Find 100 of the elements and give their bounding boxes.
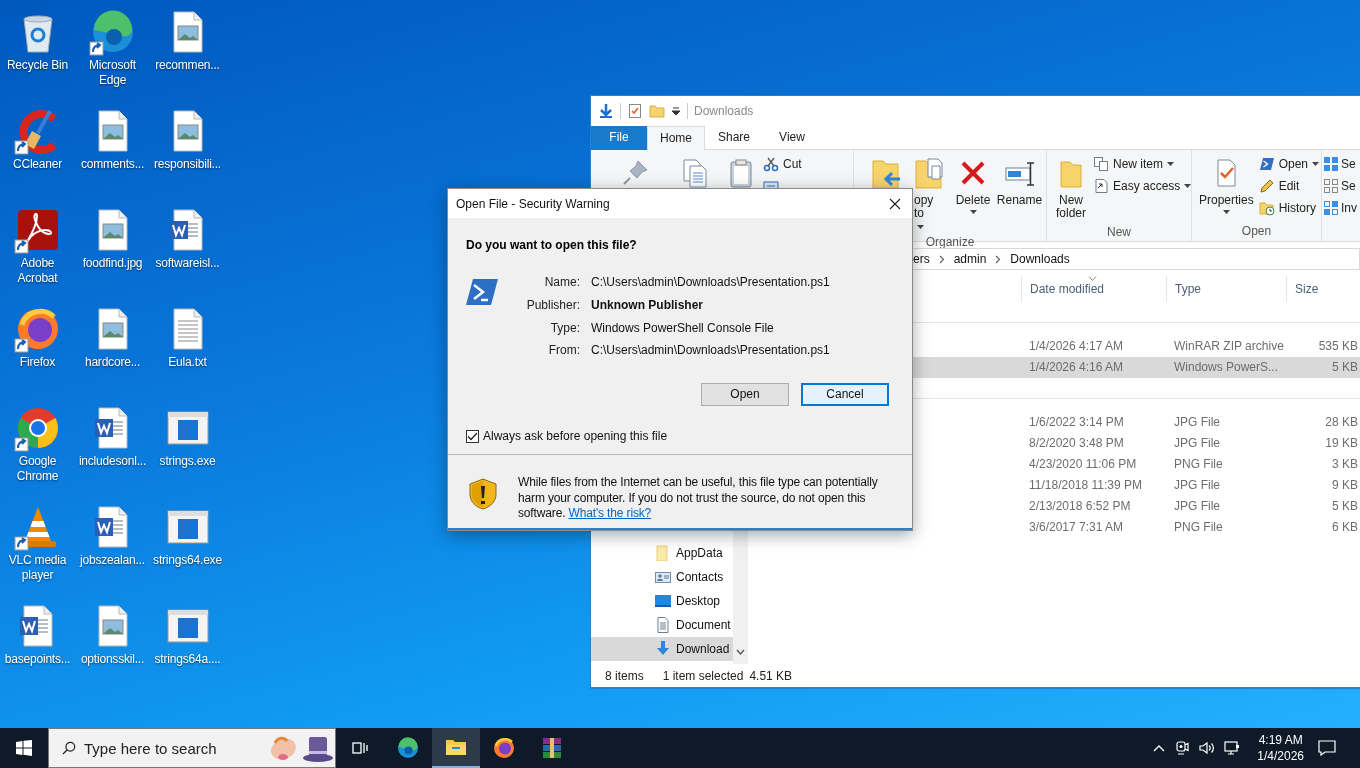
table-cell-text: Windows PowerS... <box>1173 359 1280 376</box>
breadcrumb-item[interactable]: admin <box>953 252 987 266</box>
desktop-shortcut[interactable]: Firefox <box>0 305 75 404</box>
ribbon-button[interactable]: opy to <box>908 155 951 235</box>
contact-card-icon <box>655 569 671 585</box>
grid-icon <box>1323 156 1339 172</box>
book-stack-icon <box>540 736 564 760</box>
desktop-shortcut[interactable]: basepoints... <box>0 602 75 701</box>
download-arrow-icon <box>655 641 671 657</box>
table-cell-text: JPG File <box>1173 414 1221 431</box>
document-icon <box>655 617 671 633</box>
breadcrumb-item[interactable]: Downloads <box>1010 252 1070 266</box>
table-cell-text: 535 KB <box>1317 338 1359 355</box>
desktop-shortcut[interactable]: responsibili... <box>150 107 225 206</box>
checkbox-label[interactable]: Always ask before opening this file <box>483 429 668 444</box>
desktop-shortcut[interactable]: Recycle Bin <box>0 8 75 107</box>
window-title: Downloads <box>694 104 754 118</box>
desktop-shortcut[interactable]: softwareisl... <box>150 206 225 305</box>
desktop-shortcut[interactable]: Eula.txt <box>150 305 225 404</box>
checkbox[interactable] <box>466 429 479 443</box>
table-cell-text: 2/13/2018 6:52 PM <box>1028 498 1132 515</box>
nav-item[interactable]: Document <box>591 613 733 637</box>
table-cell-text: 19 KB <box>1324 435 1359 452</box>
warning-text: While files from the Internet can be useful, this file type can potentially harm your computer. If you do not trust the source, do not open this software. What's the risk? <box>518 475 879 522</box>
desktop-shortcut[interactable]: comments... <box>75 107 150 206</box>
desktop-shortcut[interactable]: Microsoft Edge <box>75 8 150 107</box>
status-text: 1 item selected <box>662 668 744 683</box>
ribbon-button[interactable]: Cut <box>763 155 802 173</box>
checklist-icon[interactable] <box>627 103 643 119</box>
ribbon-button[interactable]: Open <box>1258 155 1319 173</box>
clock-button[interactable]: 4:19 AM 1/4/2026 <box>1249 732 1312 764</box>
table-cell-text: 1/6/2022 3:14 PM <box>1028 414 1125 431</box>
desktop-shortcut[interactable]: foodfind.jpg <box>75 206 150 305</box>
field-label: Publisher: <box>525 298 580 313</box>
ribbon-button[interactable]: Edit <box>1258 177 1319 195</box>
ribbon-button[interactable]: Rename <box>995 155 1044 235</box>
ribbon-button[interactable]: Se <box>1323 155 1357 173</box>
ribbon-tab[interactable]: File <box>591 126 647 150</box>
nav-item[interactable]: Download <box>591 637 733 661</box>
nav-item[interactable]: AppData <box>591 541 733 565</box>
shield-warning-icon <box>468 478 498 510</box>
table-cell-text: JPG File <box>1173 435 1221 452</box>
ribbon-button[interactable]: Se <box>1323 177 1357 195</box>
dialog-button[interactable]: Cancel <box>801 382 889 406</box>
ribbon-tab[interactable]: Home <box>647 126 705 151</box>
breadcrumb-item[interactable]: ers <box>913 252 930 266</box>
customize-caret-icon[interactable] <box>671 106 681 116</box>
nav-item[interactable]: Contacts <box>591 565 733 589</box>
desktop-shortcut[interactable]: Google Chrome <box>0 404 75 503</box>
column-header[interactable]: Size <box>1286 276 1360 302</box>
pencil-icon <box>1258 178 1275 194</box>
group-label: Organize <box>925 235 975 249</box>
table-cell-text: 9 KB <box>1331 477 1359 494</box>
task-view-icon <box>352 742 368 754</box>
scroll-down-icon[interactable] <box>736 649 745 655</box>
ribbon-button[interactable]: History <box>1258 199 1319 217</box>
wave-logo-icon <box>396 736 420 760</box>
ribbon-tab[interactable]: Share <box>705 126 763 150</box>
desktop-shortcut[interactable]: strings64.exe <box>150 503 225 602</box>
nav-item[interactable]: Desktop <box>591 589 733 613</box>
status-text: 4.51 KB <box>749 668 793 683</box>
camera-icon[interactable] <box>1174 740 1191 756</box>
folder-icon <box>655 545 671 561</box>
desktop-shortcut[interactable]: includesonl... <box>75 404 150 503</box>
desktop-shortcut[interactable]: VLC media player <box>0 503 75 602</box>
download-arrow-icon[interactable] <box>598 103 614 119</box>
ribbon-button[interactable]: Inv <box>1323 199 1357 217</box>
column-header[interactable]: Type <box>1166 276 1286 302</box>
ribbon-button[interactable]: Delete <box>953 155 993 235</box>
table-cell-text: 1/4/2026 4:17 AM <box>1028 338 1125 355</box>
field-label: Name: <box>543 275 580 290</box>
desktop-shortcut[interactable]: strings.exe <box>150 404 225 503</box>
chevron-icon[interactable] <box>1153 744 1166 752</box>
desktop-shortcut[interactable]: recommen... <box>150 8 225 107</box>
column-header[interactable]: Date modified <box>1021 276 1166 302</box>
notification-icon[interactable] <box>1318 740 1336 756</box>
ribbon-tab[interactable]: View <box>763 126 821 150</box>
desktop-shortcut[interactable]: jobszealan... <box>75 503 150 602</box>
ribbon-button[interactable]: Properties <box>1196 155 1257 221</box>
ribbon-button[interactable]: New folder <box>1051 155 1091 222</box>
field-value: C:\Users\admin\Downloads\Presentation.ps1 <box>591 343 830 358</box>
network-icon[interactable] <box>1224 740 1241 756</box>
table-cell-text: 4/23/2020 11:06 PM <box>1028 456 1138 473</box>
table-cell-text: 3 KB <box>1331 456 1359 473</box>
ribbon-button[interactable]: New item <box>1093 155 1192 173</box>
taskbar-button[interactable] <box>432 728 480 768</box>
desktop-shortcut[interactable]: hardcore... <box>75 305 150 404</box>
dialog-button[interactable]: Open <box>701 382 789 406</box>
desktop-shortcut[interactable]: CCleaner <box>0 107 75 206</box>
risk-link[interactable]: What's the risk? <box>568 506 652 520</box>
search-field[interactable]: Type here to search <box>84 739 259 757</box>
table-cell-text: 8/2/2020 3:48 PM <box>1028 435 1125 452</box>
ribbon-button[interactable]: Easy access <box>1093 177 1192 195</box>
folder-clock-icon <box>1258 200 1275 216</box>
search-box[interactable]: Type here to search <box>48 728 336 768</box>
field-label: From: <box>547 343 580 358</box>
volume-icon[interactable] <box>1199 740 1216 756</box>
desktop-shortcut[interactable]: Adobe Acrobat <box>0 206 75 305</box>
table-cell-text: 11/18/2018 11:39 PM <box>1028 477 1143 494</box>
table-cell-text: 3/6/2017 7:31 AM <box>1028 519 1125 536</box>
